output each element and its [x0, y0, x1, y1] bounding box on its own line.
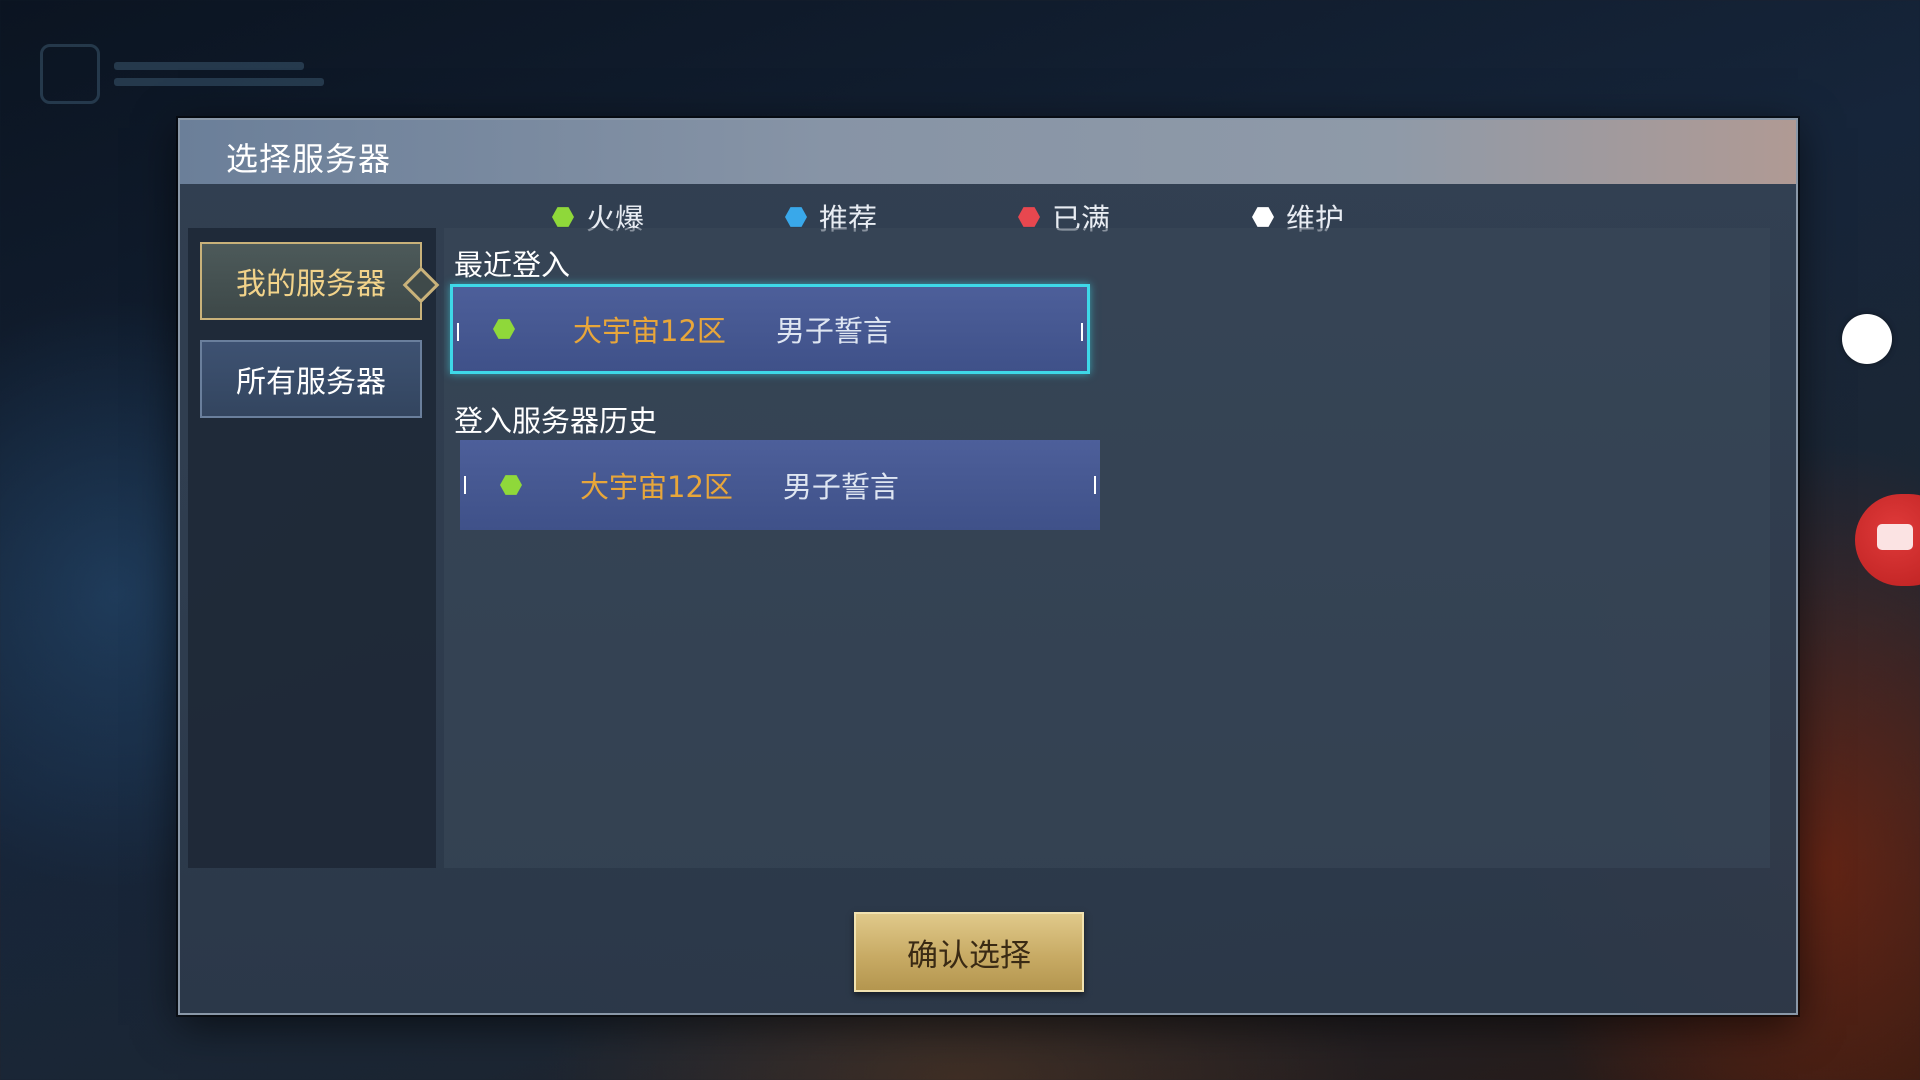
diamond-arrow-icon [402, 266, 440, 304]
tab-all-servers-label: 所有服务器 [236, 365, 386, 400]
history-server-row[interactable]: 大宇宙12区 男子誓言 [460, 440, 1100, 530]
server-list-panel: 最近登入 大宇宙12区 男子誓言 登入服务器历史 大宇宙12区 男子誓言 [444, 228, 1770, 868]
server-status-hot-icon [500, 475, 522, 495]
white-hexagon-icon [1252, 207, 1274, 227]
logo-icon [40, 44, 100, 104]
green-hexagon-icon [552, 207, 574, 227]
server-select-dialog: 选择服务器 火爆 推荐 已满 维护 我的服务器 所有服务器 最近登入 大宇宙12… [178, 118, 1798, 1015]
floating-assistive-ball[interactable] [1842, 314, 1892, 364]
recent-login-title: 最近登入 [454, 248, 571, 282]
tab-my-servers[interactable]: 我的服务器 [200, 242, 440, 320]
tab-all-servers[interactable]: 所有服务器 [200, 340, 422, 418]
chat-bubble-icon [1877, 524, 1913, 550]
character-name: 男子誓言 [782, 470, 899, 504]
server-status-hot-icon [493, 319, 515, 339]
tab-my-servers-label: 我的服务器 [236, 267, 386, 302]
confirm-selection-button[interactable]: 确认选择 [854, 912, 1084, 992]
red-hexagon-icon [1018, 207, 1040, 227]
server-tabs-sidebar: 我的服务器 所有服务器 [188, 228, 440, 868]
background-logo [40, 44, 324, 104]
login-history-title: 登入服务器历史 [454, 404, 658, 438]
recent-server-row[interactable]: 大宇宙12区 男子誓言 [450, 284, 1090, 374]
character-name: 男子誓言 [775, 314, 892, 348]
server-name: 大宇宙12区 [580, 470, 733, 504]
dialog-titlebar: 选择服务器 [180, 120, 1796, 184]
blue-hexagon-icon [785, 207, 807, 227]
chat-button[interactable] [1855, 494, 1920, 586]
server-name: 大宇宙12区 [573, 314, 726, 348]
dialog-title: 选择服务器 [226, 140, 392, 178]
